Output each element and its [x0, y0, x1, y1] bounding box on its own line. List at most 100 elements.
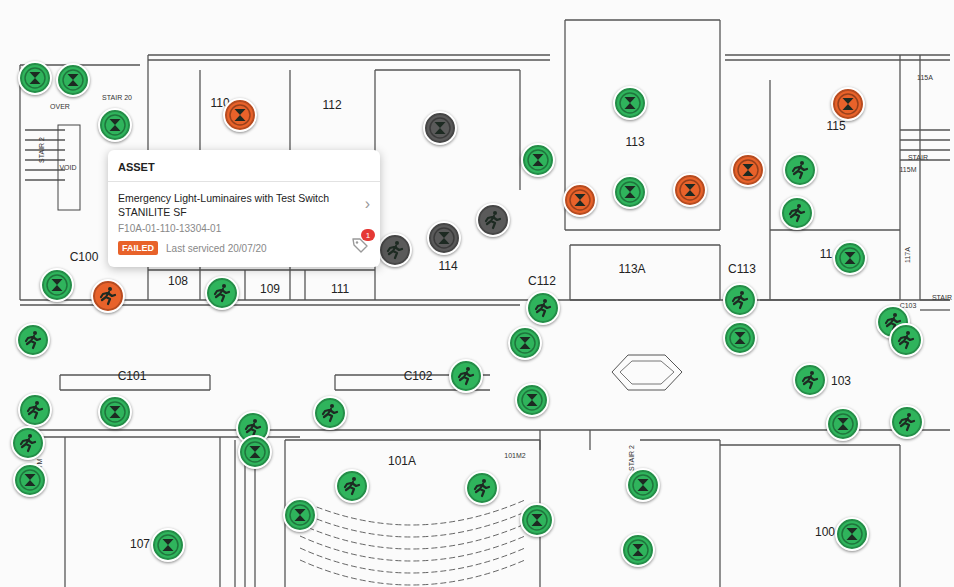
emergency-light-pin[interactable]: [238, 435, 272, 469]
exit-sign-pin[interactable]: [378, 233, 412, 267]
emergency-light-pin[interactable]: [56, 63, 90, 97]
hourglass-icon: [526, 148, 550, 172]
notification-badge: 1: [361, 229, 375, 241]
asset-title: Emergency Light-Luminaires with Test Swi…: [118, 192, 344, 219]
emergency-light-pin[interactable]: [18, 61, 52, 95]
exit-sign-pin[interactable]: [205, 276, 239, 310]
floor-plan-map[interactable]: 110112113113A114115115A115M117A11C100108…: [0, 0, 954, 587]
room-label: 101M2: [504, 452, 525, 460]
room-label: 108: [168, 275, 188, 288]
running-man-icon: [21, 328, 45, 352]
exit-sign-pin[interactable]: [16, 323, 50, 357]
hourglass-icon: [840, 522, 864, 546]
hourglass-icon: [728, 326, 752, 350]
exit-sign-pin[interactable]: [449, 359, 483, 393]
emergency-light-pin[interactable]: [283, 498, 317, 532]
emergency-light-pin[interactable]: [621, 533, 655, 567]
emergency-light-pin[interactable]: [673, 173, 707, 207]
status-row: FAILED Last serviced 20/07/20: [118, 241, 344, 255]
running-man-icon: [454, 364, 478, 388]
emergency-light-pin[interactable]: [613, 175, 647, 209]
running-man-icon: [788, 158, 812, 182]
emergency-light-pin[interactable]: [40, 268, 74, 302]
room-label: 103: [831, 375, 851, 388]
emergency-light-pin[interactable]: [613, 86, 647, 120]
room-label: VOID: [59, 164, 76, 172]
room-label: C113: [728, 263, 756, 276]
asset-tooltip[interactable]: ASSET Emergency Light-Luminaires with Tes…: [108, 150, 380, 267]
emergency-light-pin[interactable]: [423, 111, 457, 145]
tag-icon[interactable]: 1: [350, 235, 370, 255]
emergency-light-pin[interactable]: [731, 153, 765, 187]
emergency-light-pin[interactable]: [563, 183, 597, 217]
hourglass-icon: [618, 180, 642, 204]
hourglass-icon: [428, 116, 452, 140]
hourglass-icon: [513, 331, 537, 355]
running-man-icon: [531, 296, 555, 320]
emergency-light-pin[interactable]: [520, 503, 554, 537]
room-label: C102: [404, 370, 433, 383]
hourglass-icon: [736, 158, 760, 182]
emergency-light-pin[interactable]: [515, 383, 549, 417]
exit-sign-pin[interactable]: [890, 405, 924, 439]
exit-sign-pin[interactable]: [18, 393, 52, 427]
tooltip-details: Emergency Light-Luminaires with Test Swi…: [118, 192, 344, 255]
room-label: 109: [260, 283, 280, 296]
room-label: STAIR: [932, 294, 952, 302]
room-label: C101: [118, 370, 147, 383]
chevron-icon[interactable]: ›: [365, 196, 370, 212]
room-label: 11: [820, 248, 832, 261]
exit-sign-pin[interactable]: [335, 469, 369, 503]
running-man-icon: [785, 201, 809, 225]
emergency-light-pin[interactable]: [831, 87, 865, 121]
status-badge: FAILED: [118, 241, 158, 255]
running-man-icon: [895, 410, 919, 434]
emergency-light-pin[interactable]: [826, 407, 860, 441]
room-label: 100: [815, 526, 835, 539]
emergency-light-pin[interactable]: [508, 326, 542, 360]
hourglass-icon: [631, 473, 655, 497]
running-man-icon: [210, 281, 234, 305]
emergency-light-pin[interactable]: [427, 221, 461, 255]
room-label: 115A: [917, 74, 933, 82]
hourglass-icon: [432, 226, 456, 250]
hourglass-icon: [228, 103, 252, 127]
emergency-light-pin[interactable]: [98, 108, 132, 142]
hourglass-icon: [568, 188, 592, 212]
exit-sign-pin[interactable]: [526, 291, 560, 325]
last-serviced: Last serviced 20/07/20: [166, 243, 267, 254]
hourglass-icon: [626, 538, 650, 562]
exit-sign-pin[interactable]: [476, 203, 510, 237]
exit-sign-pin[interactable]: [11, 426, 45, 460]
room-label: 107: [130, 538, 150, 551]
emergency-light-pin[interactable]: [223, 98, 257, 132]
exit-sign-pin[interactable]: [793, 363, 827, 397]
emergency-light-pin[interactable]: [13, 463, 47, 497]
exit-sign-pin[interactable]: [780, 196, 814, 230]
hourglass-icon: [838, 246, 862, 270]
tooltip-body[interactable]: Emergency Light-Luminaires with Test Swi…: [108, 182, 380, 267]
exit-sign-pin[interactable]: [91, 279, 125, 313]
room-label: 117A: [904, 247, 912, 263]
exit-sign-pin[interactable]: [889, 323, 923, 357]
emergency-light-pin[interactable]: [521, 143, 555, 177]
exit-sign-pin[interactable]: [313, 396, 347, 430]
hourglass-icon: [836, 92, 860, 116]
emergency-light-pin[interactable]: [626, 468, 660, 502]
exit-sign-pin[interactable]: [465, 471, 499, 505]
room-label: 112: [322, 99, 341, 112]
room-label: 113A: [618, 263, 645, 276]
exit-sign-pin[interactable]: [783, 153, 817, 187]
tooltip-heading: ASSET: [108, 150, 380, 182]
emergency-light-pin[interactable]: [723, 321, 757, 355]
emergency-light-pin[interactable]: [98, 395, 132, 429]
room-label: STAIR 20: [102, 94, 132, 102]
hourglass-icon: [18, 468, 42, 492]
emergency-light-pin[interactable]: [833, 241, 867, 275]
emergency-light-pin[interactable]: [835, 517, 869, 551]
running-man-icon: [96, 284, 120, 308]
exit-sign-pin[interactable]: [723, 283, 757, 317]
emergency-light-pin[interactable]: [151, 528, 185, 562]
hourglass-icon: [618, 91, 642, 115]
running-man-icon: [728, 288, 752, 312]
